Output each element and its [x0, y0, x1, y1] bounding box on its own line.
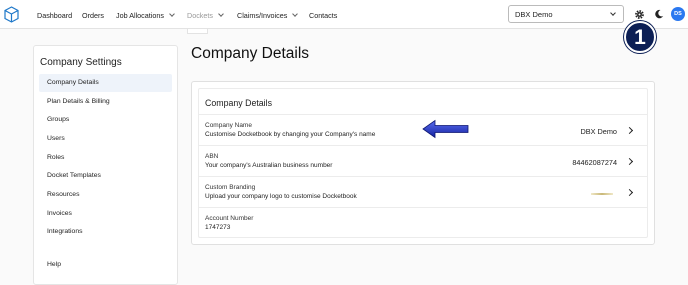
- company-details-card: Company Details Company Name Customise D…: [191, 81, 655, 245]
- sidebar-item-label: Invoices: [47, 210, 72, 217]
- chevron-down-icon: [169, 11, 175, 17]
- nav-orders-label: Orders: [82, 11, 104, 20]
- sidebar-item-label: Groups: [47, 116, 70, 123]
- nav-orders[interactable]: Orders: [82, 11, 104, 20]
- nav-claims-invoices-label: Claims/Invoices: [237, 11, 288, 20]
- abn-row[interactable]: ABN Your company's Australian business n…: [199, 145, 647, 176]
- sidebar-item-company-details[interactable]: Company Details: [39, 74, 172, 92]
- account-number-value: 1747273: [205, 224, 231, 231]
- sidebar-item-label: Docket Templates: [47, 172, 101, 179]
- sidebar-item-label: Integrations: [47, 228, 83, 235]
- chevron-right-icon[interactable]: [625, 126, 634, 135]
- company-logo-thumbnail: [591, 193, 613, 195]
- sidebar-title: Company Settings: [40, 57, 122, 68]
- gear-icon[interactable]: [634, 9, 645, 20]
- nav-job-allocations-label: Job Allocations: [116, 11, 164, 20]
- row-description: Your company's Australian business numbe…: [205, 162, 333, 169]
- nav-job-allocations[interactable]: Job Allocations: [116, 11, 175, 20]
- account-number-row: Account Number 1747273: [199, 207, 647, 238]
- row-description: Upload your company logo to customise Do…: [205, 193, 357, 200]
- nav-active-indicator: [187, 29, 208, 34]
- sidebar-item-label: Users: [47, 135, 65, 142]
- sidebar-item-integrations[interactable]: Integrations: [39, 223, 172, 241]
- row-description: Customise Docketbook by changing your Co…: [205, 131, 376, 138]
- docketbook-logo-icon[interactable]: [4, 6, 19, 23]
- sidebar-item-label: Company Details: [47, 79, 99, 86]
- nav-dashboard-label: Dashboard: [37, 11, 73, 20]
- avatar[interactable]: DS: [671, 7, 685, 21]
- sidebar-item-resources[interactable]: Resources: [39, 186, 172, 204]
- sidebar-item-label: Help: [47, 261, 61, 268]
- row-label: Company Name: [205, 122, 252, 129]
- chevron-right-icon[interactable]: [625, 188, 634, 197]
- nav-dockets-label: Dockets: [187, 11, 213, 20]
- card-title: Company Details: [205, 98, 272, 108]
- sidebar-item-invoices[interactable]: Invoices: [39, 205, 172, 223]
- company-select-value: DBX Demo: [515, 10, 553, 19]
- top-navigation-bar: Dashboard Orders Job Allocations Dockets…: [0, 0, 688, 29]
- row-label: Custom Branding: [205, 184, 256, 191]
- company-details-panel: Company Details Company Name Customise D…: [198, 88, 648, 238]
- sidebar-item-label: Roles: [47, 154, 65, 161]
- chevron-down-icon: [218, 11, 224, 17]
- settings-sidebar: Company Settings Company Details Plan De…: [33, 45, 178, 285]
- custom-branding-row[interactable]: Custom Branding Upload your company logo…: [199, 176, 647, 207]
- sidebar-item-roles[interactable]: Roles: [39, 149, 172, 167]
- nav-dashboard[interactable]: Dashboard: [37, 11, 72, 20]
- step-number-badge: 1: [624, 21, 656, 53]
- chevron-right-icon[interactable]: [625, 157, 634, 166]
- nav-contacts-label: Contacts: [309, 11, 338, 20]
- sidebar-item-groups[interactable]: Groups: [39, 111, 172, 129]
- row-label: ABN: [205, 153, 219, 160]
- moon-icon[interactable]: [654, 9, 664, 19]
- sidebar-item-users[interactable]: Users: [39, 130, 172, 148]
- sidebar-item-docket-templates[interactable]: Docket Templates: [39, 167, 172, 185]
- nav-claims-invoices[interactable]: Claims/Invoices: [237, 11, 299, 20]
- row-label: Account Number: [205, 215, 254, 222]
- company-name-value: DBX Demo: [580, 127, 618, 136]
- sidebar-item-help[interactable]: Help: [39, 256, 172, 274]
- chevron-down-icon: [292, 11, 299, 17]
- company-select[interactable]: DBX Demo: [508, 5, 624, 23]
- sidebar-item-plan-details-billing[interactable]: Plan Details & Billing: [39, 93, 172, 111]
- pointer-arrow-icon: [422, 119, 469, 139]
- sidebar-item-label: Plan Details & Billing: [47, 98, 110, 105]
- nav-contacts[interactable]: Contacts: [309, 11, 337, 20]
- abn-value: 84462087274: [572, 158, 617, 167]
- chevron-down-icon: [610, 10, 616, 16]
- sidebar-item-label: Resources: [47, 191, 80, 198]
- nav-dockets[interactable]: Dockets: [187, 11, 224, 20]
- page-title: Company Details: [191, 45, 310, 62]
